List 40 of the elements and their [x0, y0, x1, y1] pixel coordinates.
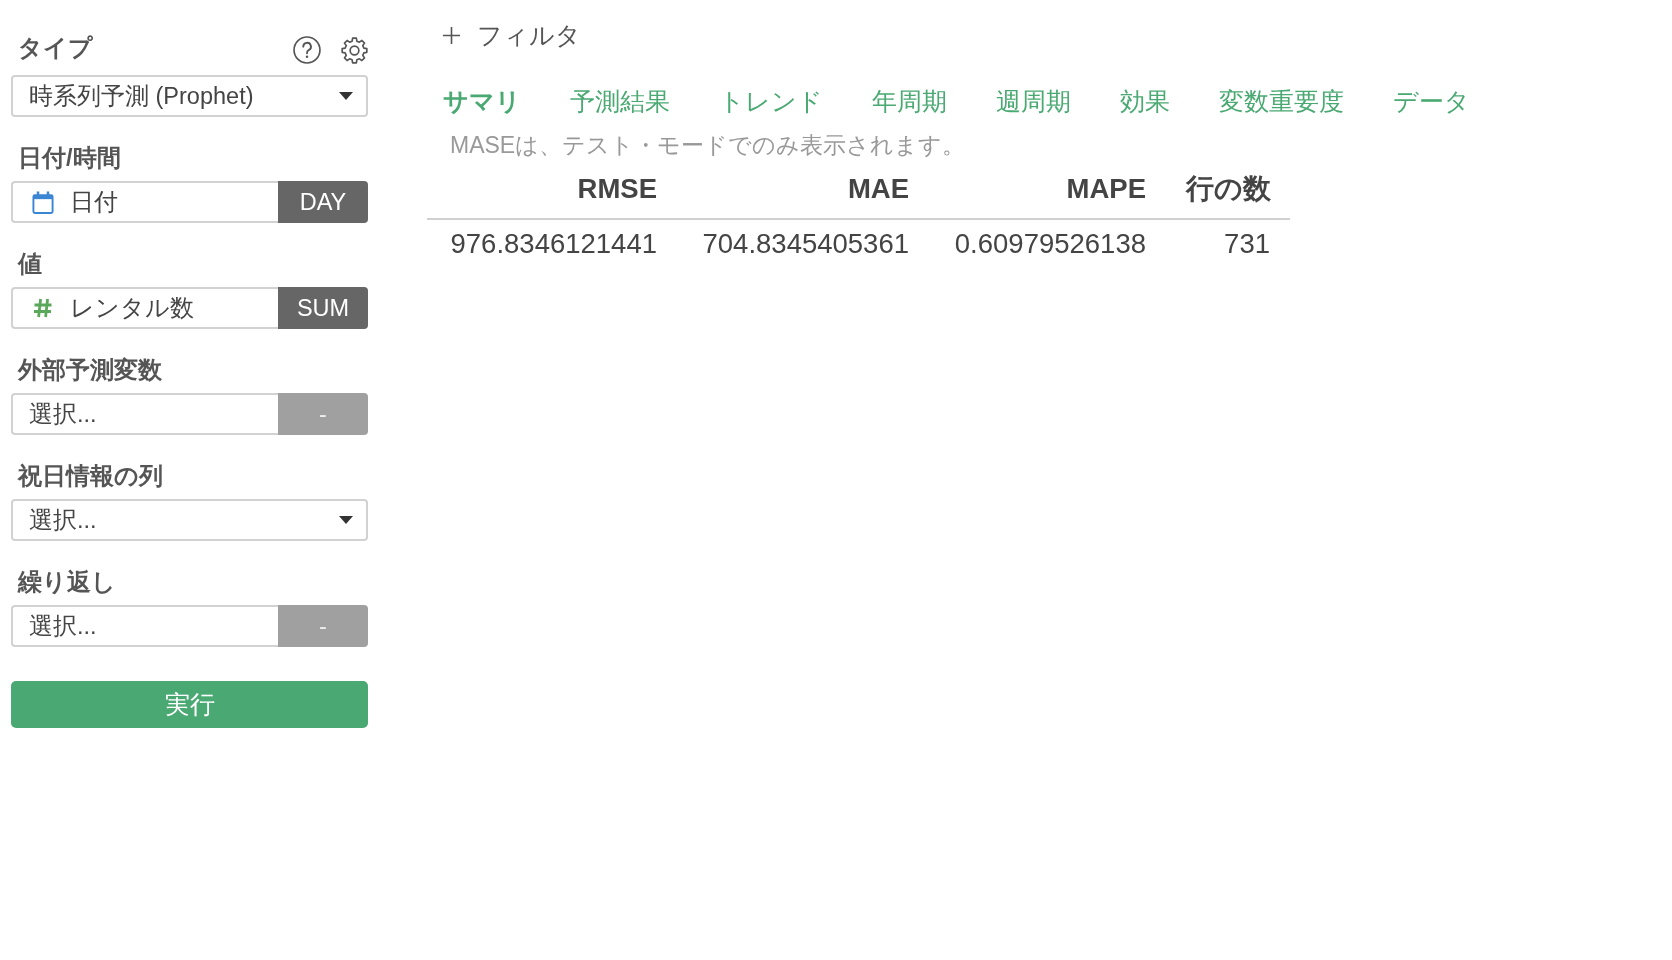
field-label: 日付/時間: [18, 144, 121, 172]
type-select[interactable]: 時系列予測 (Prophet): [11, 75, 368, 117]
column-field[interactable]: 選択...: [11, 605, 278, 647]
column-header: MAE: [847, 173, 909, 204]
tab[interactable]: サマリ: [431, 86, 533, 116]
table-cell: 731: [1224, 228, 1270, 259]
column-header: MAPE: [1066, 173, 1146, 204]
plus-icon: [442, 25, 461, 45]
field-label: 外部予測変数: [18, 356, 162, 384]
aggregation-button[interactable]: SUM: [278, 287, 368, 329]
field-label: 繰り返し: [18, 568, 116, 596]
run-button[interactable]: 実行: [11, 681, 368, 728]
calendar-icon: [32, 190, 54, 214]
tab[interactable]: 週周期: [984, 86, 1083, 116]
dropdown[interactable]: 選択...: [11, 499, 368, 541]
field-label: 祝日情報の列: [18, 462, 163, 490]
column-header: RMSE: [577, 173, 657, 204]
tab[interactable]: 予測結果: [558, 86, 682, 116]
info-note: MASEは、テスト・モードでのみ表示されます。: [450, 131, 966, 159]
aggregation-button[interactable]: DAY: [278, 181, 368, 223]
help-icon[interactable]: [293, 36, 321, 64]
hash-icon: [33, 298, 53, 318]
column-field[interactable]: 選択...: [11, 393, 278, 435]
settings-icon[interactable]: [341, 36, 368, 64]
field-label: 値: [18, 250, 42, 278]
table-cell: 704.8345405361: [702, 228, 909, 259]
caret-icon: [339, 516, 353, 524]
column-field[interactable]: 日付: [11, 181, 278, 223]
tab[interactable]: トレンド: [707, 86, 835, 116]
table-cell: 976.8346121441: [450, 228, 657, 259]
tab[interactable]: データ: [1381, 86, 1482, 116]
caret-icon: [339, 92, 353, 100]
column-header: 行の数: [1186, 173, 1271, 204]
column-field[interactable]: レンタル数: [11, 287, 278, 329]
tab[interactable]: 変数重要度: [1207, 86, 1356, 116]
tab[interactable]: 年周期: [860, 86, 959, 116]
field-label: タイプ: [18, 34, 93, 62]
table-cell: 0.60979526138: [954, 228, 1146, 259]
tab[interactable]: 効果: [1108, 86, 1182, 116]
add-filter-button[interactable]: フィルタ: [442, 20, 581, 50]
